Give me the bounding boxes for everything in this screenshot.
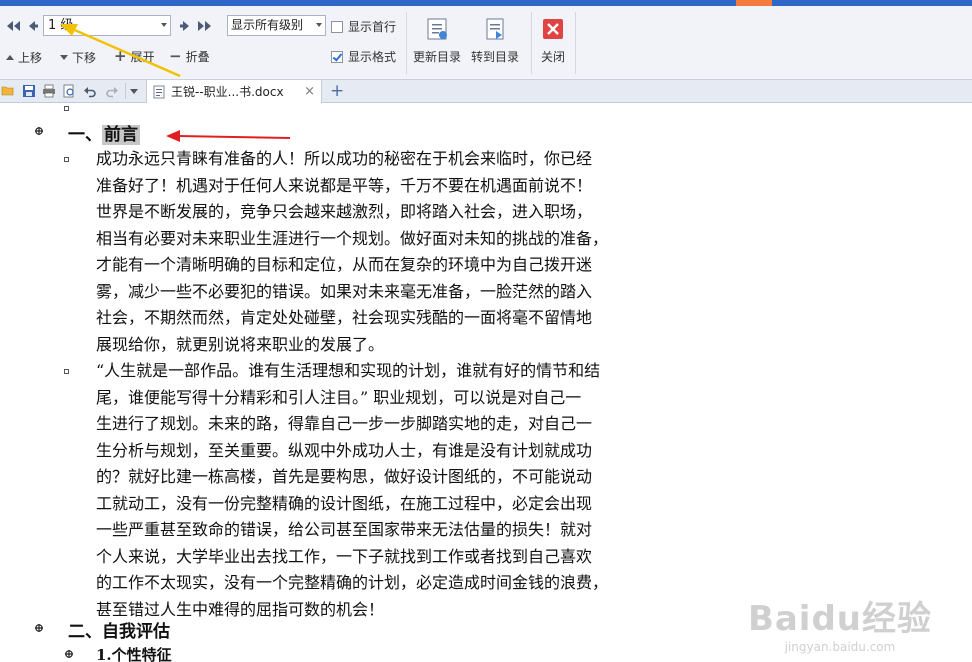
yellow-arrow-annotation <box>60 24 181 78</box>
annotation-overlay <box>60 24 291 142</box>
red-arrow-annotation <box>166 130 291 142</box>
